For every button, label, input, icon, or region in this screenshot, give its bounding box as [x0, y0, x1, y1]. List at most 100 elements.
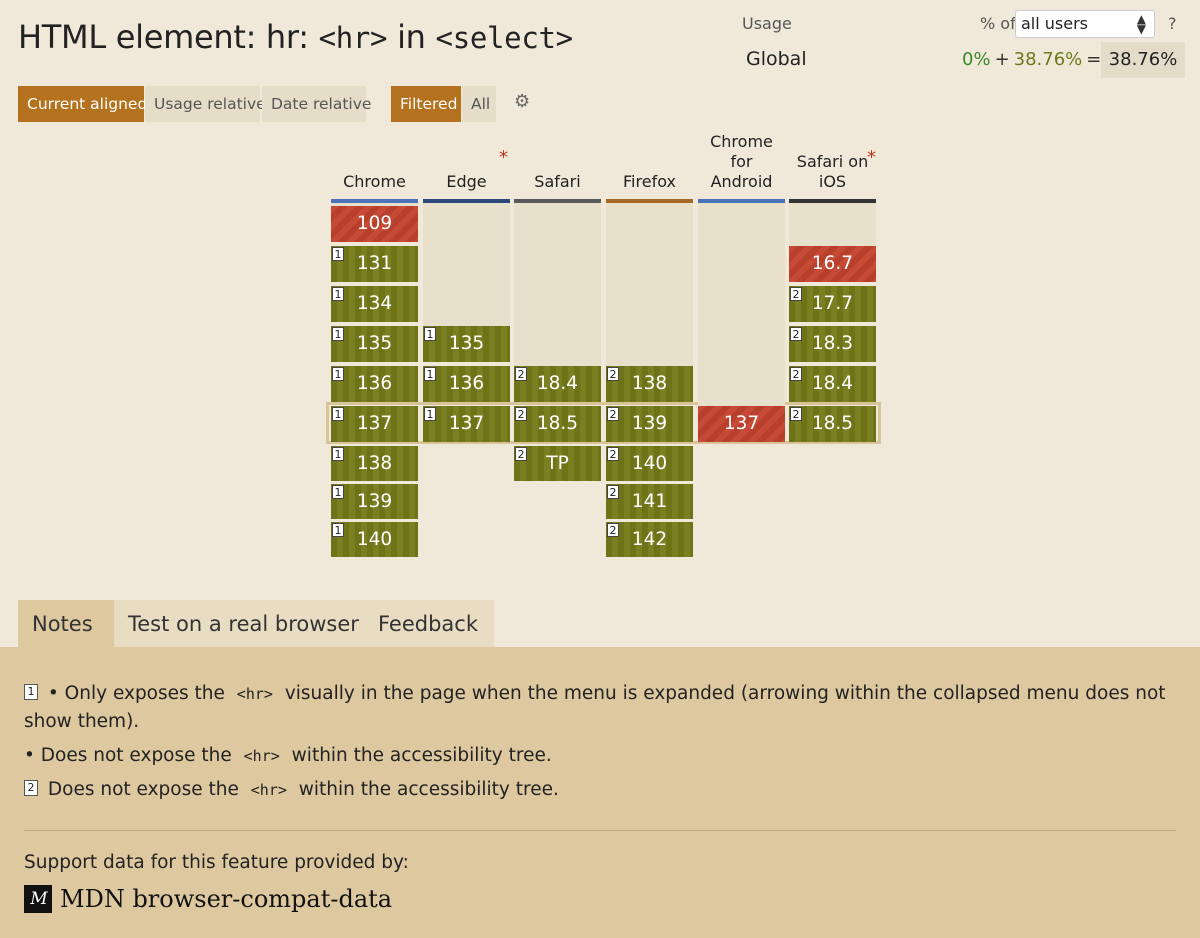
- version-label: TP: [546, 453, 569, 474]
- note-marker: 1: [332, 485, 344, 499]
- version-label: 136: [356, 373, 393, 394]
- unsupported-versions-area: [606, 203, 693, 366]
- tab-notes[interactable]: Notes: [18, 600, 116, 648]
- current-aligned-button[interactable]: Current aligned: [18, 86, 147, 122]
- version-cell[interactable]: 137: [698, 406, 785, 442]
- version-label: 18.4: [536, 373, 579, 394]
- version-label: 135: [356, 333, 393, 354]
- version-cell[interactable]: 1 137: [423, 406, 510, 442]
- note-marker-2: 2: [24, 780, 38, 796]
- note-marker: 1: [332, 523, 344, 537]
- version-cell[interactable]: 2 TP: [514, 446, 601, 481]
- note-marker: 1: [332, 247, 344, 261]
- note-marker: 1: [332, 447, 344, 461]
- version-cell[interactable]: 2 18.5: [789, 406, 876, 442]
- browser-name: Safari on iOS: [796, 152, 869, 191]
- version-cell[interactable]: 1 137: [331, 406, 418, 442]
- version-cell[interactable]: 1 134: [331, 286, 418, 322]
- title-code-select: <select>: [435, 21, 574, 55]
- version-cell[interactable]: 2 140: [606, 446, 693, 481]
- version-label: 137: [723, 413, 760, 434]
- note-marker: 2: [790, 367, 802, 381]
- date-relative-button[interactable]: Date relative: [262, 86, 371, 122]
- divider: [24, 830, 1176, 831]
- select-arrows-icon: ▲ ▼: [1136, 12, 1146, 36]
- note-marker: 2: [607, 407, 619, 421]
- note-marker: 2: [607, 447, 619, 461]
- version-cell[interactable]: 16.7: [789, 246, 876, 282]
- note-marker: 1: [424, 407, 436, 421]
- note-marker: 1: [332, 407, 344, 421]
- version-label: 135: [448, 333, 485, 354]
- version-cell[interactable]: 1 139: [331, 484, 418, 519]
- note-marker: 2: [515, 407, 527, 421]
- browser-name: Edge: [446, 172, 487, 191]
- plus-sign: +: [994, 49, 1010, 70]
- version-cell[interactable]: 1 136: [331, 366, 418, 402]
- global-usage-breakdown: 0% +38.76% =: [962, 49, 1105, 70]
- note-text: • Does not expose the: [24, 745, 232, 766]
- note-text: within the accessibility tree.: [298, 779, 559, 800]
- note-text: Does not expose the: [47, 779, 239, 800]
- gear-icon[interactable]: ⚙: [514, 93, 532, 111]
- note-text: within the accessibility tree.: [291, 745, 552, 766]
- version-label: 17.7: [811, 293, 854, 314]
- note-marker: 2: [790, 287, 802, 301]
- version-cell[interactable]: 2 18.4: [514, 366, 601, 402]
- all-button[interactable]: All: [462, 86, 496, 122]
- note-marker: 1: [332, 287, 344, 301]
- title-middle: in: [387, 18, 436, 56]
- support-data-label: Support data for this feature provided b…: [24, 852, 409, 873]
- version-label: 139: [631, 413, 668, 434]
- version-cell[interactable]: 2 18.5: [514, 406, 601, 442]
- version-label: 18.5: [811, 413, 854, 434]
- version-cell[interactable]: 2 142: [606, 522, 693, 557]
- usage-population-select[interactable]: all users ▲ ▼: [1015, 10, 1155, 38]
- version-cell[interactable]: 1 140: [331, 522, 418, 557]
- note-marker: 2: [515, 367, 527, 381]
- version-cell[interactable]: 1 135: [423, 326, 510, 362]
- browser-header-chrome-android: Chrome for Android: [698, 130, 785, 200]
- version-cell[interactable]: 1 135: [331, 326, 418, 362]
- version-cell[interactable]: 1 136: [423, 366, 510, 402]
- help-link[interactable]: ?: [1168, 14, 1177, 33]
- version-label: 142: [631, 529, 668, 550]
- usage-total: 38.76%: [1101, 42, 1185, 78]
- tab-test-real-browser[interactable]: Test on a real browser: [114, 600, 364, 648]
- version-cell[interactable]: 2 18.3: [789, 326, 876, 362]
- version-cell[interactable]: 1 138: [331, 446, 418, 481]
- note-text: • Only exposes the: [47, 683, 225, 704]
- version-label: 138: [356, 453, 393, 474]
- version-cell[interactable]: 2 17.7: [789, 286, 876, 322]
- note-marker: 2: [790, 407, 802, 421]
- unsupported-versions-area: [789, 203, 876, 246]
- version-label: 141: [631, 491, 668, 512]
- version-label: 136: [448, 373, 485, 394]
- browser-header-firefox: Firefox: [606, 130, 693, 200]
- tab-feedback[interactable]: Feedback: [364, 600, 494, 648]
- usage-relative-button[interactable]: Usage relative: [145, 86, 266, 122]
- note-marker: 1: [332, 327, 344, 341]
- note-marker: 2: [515, 447, 527, 461]
- mdn-bcd-link[interactable]: M MDN browser-compat-data: [24, 882, 392, 916]
- note-1b: • Does not expose the <hr> within the ac…: [24, 742, 1174, 770]
- version-cell[interactable]: 1 131: [331, 246, 418, 282]
- browser-name: Firefox: [623, 172, 676, 191]
- equals-sign: =: [1086, 49, 1102, 70]
- browser-header-edge: Edge *: [423, 130, 510, 200]
- version-label: 18.4: [811, 373, 854, 394]
- version-cell[interactable]: 2 138: [606, 366, 693, 402]
- version-cell[interactable]: 2 139: [606, 406, 693, 442]
- version-cell[interactable]: 109: [331, 206, 418, 242]
- version-label: 137: [356, 413, 393, 434]
- version-label: 134: [356, 293, 393, 314]
- unsupported-versions-area: [698, 203, 785, 406]
- version-cell[interactable]: 2 18.4: [789, 366, 876, 402]
- mdn-brand-text: MDN browser-compat-data: [60, 885, 393, 913]
- browser-name: Chrome for Android: [710, 132, 773, 191]
- unsupported-versions-area: [514, 203, 601, 366]
- note-marker: 1: [332, 367, 344, 381]
- filtered-button[interactable]: Filtered: [391, 86, 461, 122]
- version-cell[interactable]: 2 141: [606, 484, 693, 519]
- version-label: 16.7: [811, 253, 854, 274]
